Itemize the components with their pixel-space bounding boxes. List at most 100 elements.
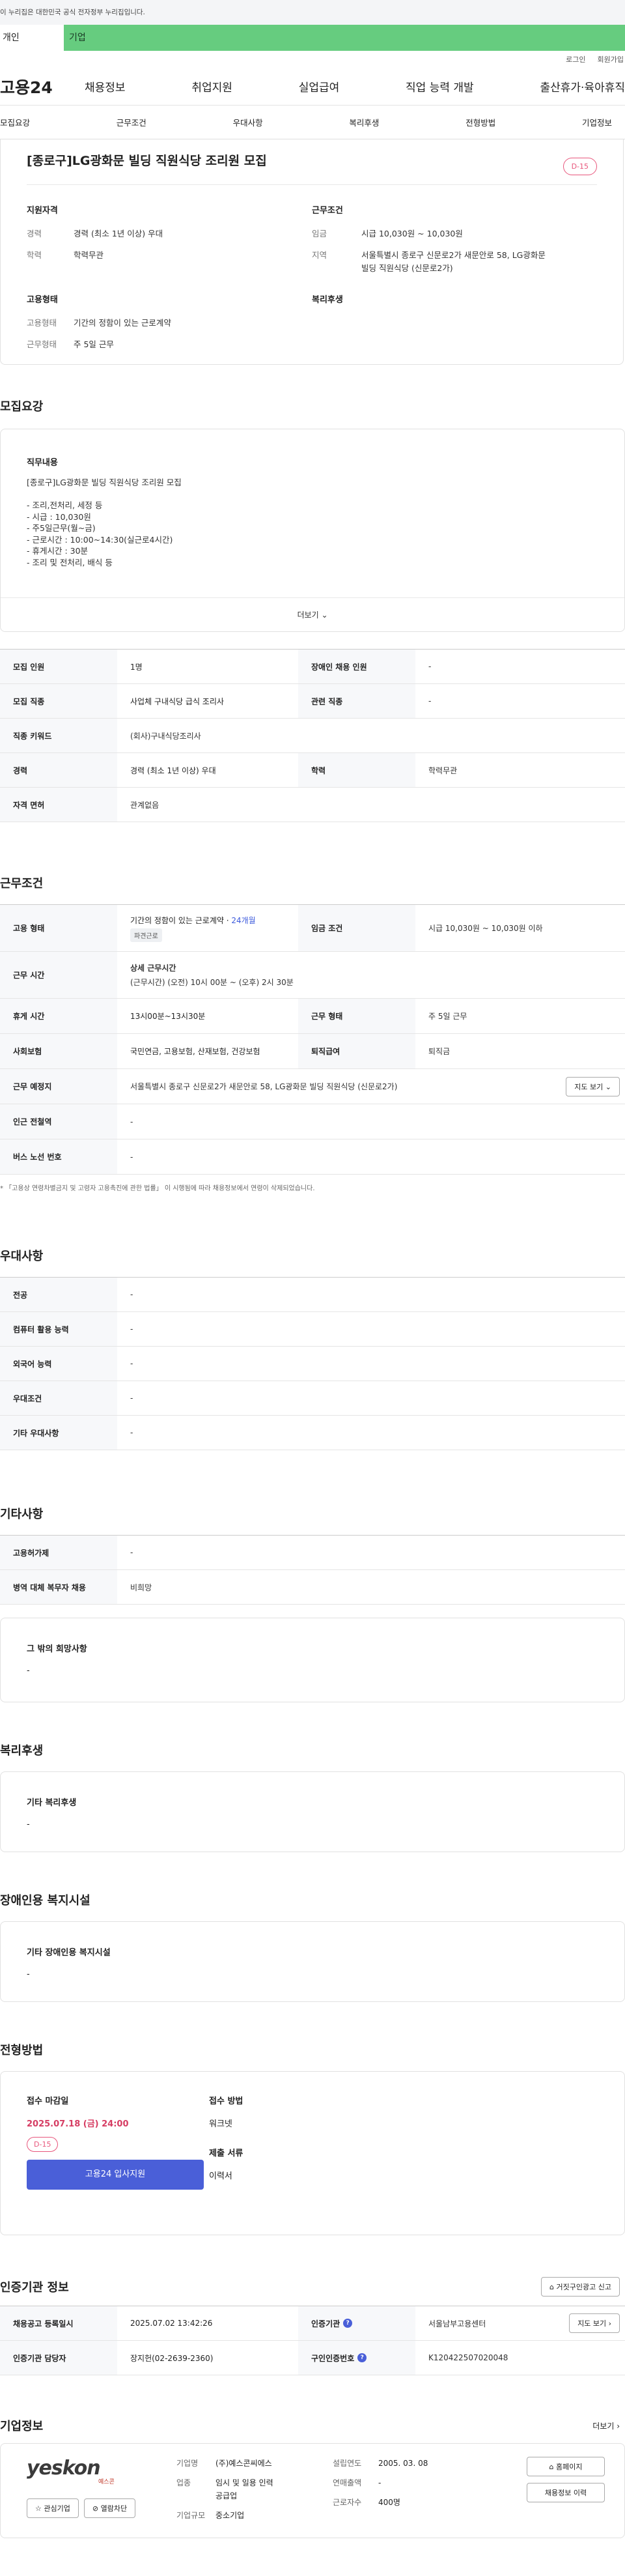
duty-line: - 주5일근무(월~금): [27, 523, 96, 533]
company-more-link[interactable]: 더보기 ›: [592, 2420, 620, 2431]
preferences-table: 전공 - 컴퓨터 활용 능력 - 외국어 능력 - 우대조건 - 기타 우대사항 -: [0, 1277, 625, 1450]
row-label: 인증기관: [311, 2319, 340, 2328]
employment-heading: 고용형태: [27, 295, 58, 305]
gnb-item-employment-support[interactable]: 취업지원: [191, 78, 232, 94]
row-label: 경력: [0, 753, 117, 787]
info-icon[interactable]: ?: [343, 2319, 353, 2328]
founded-label: 설립연도: [333, 2459, 362, 2468]
join-link[interactable]: 회원가입: [598, 54, 624, 64]
interest-button[interactable]: ☆ 관심기업: [27, 2498, 79, 2518]
row-label: 인근 전철역: [0, 1104, 117, 1139]
row-value: 사업체 구내식당 급식 조리사: [130, 696, 224, 706]
info-icon[interactable]: ?: [357, 2353, 367, 2362]
recruit-heading: 모집요강: [0, 400, 44, 414]
duty-heading: 직무내용: [27, 458, 58, 468]
scale-value: 중소기업: [215, 2511, 245, 2520]
row-label: 인증기관 담당자: [0, 2341, 117, 2375]
subnav-recruit[interactable]: 모집요강: [0, 116, 30, 128]
duty-line: - 휴게시간 : 30분: [27, 546, 89, 556]
row-value: -: [130, 1324, 133, 1334]
conditions-table: 고용 형태 기간의 정함이 있는 근로계약 · 24개월 파견근로 임금 조건 시…: [0, 904, 625, 1175]
row-label: 사회보험: [0, 1034, 117, 1068]
job-history-button[interactable]: 채용정보 이력: [527, 2483, 605, 2502]
row-value: 시급 10,030원 ~ 10,030원 이하: [428, 924, 543, 933]
disability-heading: 장애인용 복지시설: [0, 1894, 90, 1908]
apply-button[interactable]: 고용24 입사지원: [27, 2160, 204, 2190]
welfare-box-heading: 기타 복리후생: [27, 1798, 77, 1808]
row-value: 국민연금, 고용보험, 산재보험, 건강보험: [130, 1047, 260, 1056]
disability-box-value: -: [27, 1969, 30, 1979]
row-value: (회사)구내식당조리사: [130, 731, 201, 741]
homepage-button[interactable]: ⌂ 홈페이지: [527, 2457, 605, 2476]
cert-map-button[interactable]: 지도 보기 ›: [569, 2313, 620, 2333]
time-heading: 상세 근무시간: [130, 963, 176, 973]
row-value: 장지헌(02-2639-2360): [130, 2353, 214, 2363]
gnb-item-parental-leave[interactable]: 출산휴가·육아휴직: [540, 78, 625, 94]
table-row: 기타 우대사항 -: [0, 1416, 625, 1450]
subnav-welfare[interactable]: 복리후생: [349, 116, 379, 128]
company-name-value: (주)예스콘씨에스: [215, 2459, 272, 2468]
etc-heading: 기타사항: [0, 1508, 44, 1521]
row-label: 임금 조건: [298, 905, 415, 951]
gov-notice-text: 이 누리집은 대한민국 공식 전자정부 누리집입니다.: [0, 8, 145, 16]
duty-line: - 조리,전처리, 세정 등: [27, 500, 103, 510]
disability-box-heading: 기타 장애인용 복지시설: [27, 1948, 111, 1958]
subnav-company[interactable]: 기업정보: [582, 116, 612, 128]
subnav-selection[interactable]: 전형방법: [465, 116, 495, 128]
row-label: 컴퓨터 활용 능력: [0, 1312, 117, 1346]
block-icon: ⊘: [92, 2504, 99, 2513]
conditions-section-heading: 근무조건: [0, 877, 44, 891]
industry-value-line2: 공급업: [215, 2491, 238, 2500]
docs-heading: 제출 서류: [209, 2149, 243, 2158]
gnb-item-jobs[interactable]: 채용정보: [85, 78, 126, 94]
block-button[interactable]: ⊘ 열람차단: [83, 2498, 136, 2518]
dday-badge: D-15: [562, 158, 597, 175]
report-button[interactable]: ⌂ 거짓구인광고 신고: [541, 2277, 620, 2297]
wage-value: 시급 10,030원 ~ 10,030원: [361, 229, 463, 238]
site-logo[interactable]: 고용24: [0, 75, 85, 98]
row-value: 경력 (최소 1년 이상) 우대: [130, 766, 216, 775]
company-logo: yeskon: [27, 2457, 176, 2480]
homepage-label: 홈페이지: [556, 2463, 583, 2471]
welfare-heading-summary: 복리후생: [312, 295, 343, 305]
more-button[interactable]: 더보기 ⌄: [1, 597, 624, 631]
row-value: -: [130, 1290, 133, 1299]
employees-value: 400명: [378, 2498, 400, 2507]
row-label: 버스 노선 번호: [0, 1139, 117, 1174]
subnav-conditions[interactable]: 근무조건: [117, 116, 146, 128]
gnb-item-unemployment-benefit[interactable]: 실업급여: [299, 78, 340, 94]
table-row: 근무 예정지 서울특별시 종로구 신문로2가 새문안로 58, LG광화문 빌딩 …: [0, 1069, 625, 1104]
row-value: 학력무관: [428, 766, 458, 775]
row-value: 비희망: [130, 1582, 152, 1592]
row-value: 13시00분~13시30분: [130, 1012, 206, 1021]
time-value: (근무시간) (오전) 10시 00분 ~ (오후) 2시 30분: [130, 977, 294, 987]
region-label: 지역: [312, 250, 327, 260]
home-icon: ⌂: [549, 2463, 554, 2471]
tab-biz[interactable]: 기업: [64, 25, 625, 51]
table-row: 외국어 능력 -: [0, 1347, 625, 1381]
duty-line: [27, 489, 598, 500]
table-row: 근무 시간 상세 근무시간 (근무시간) (오전) 10시 00분 ~ (오후) …: [0, 952, 625, 999]
row-value: 서울특별시 종로구 신문로2가 새문안로 58, LG광화문 빌딩 직원식당 (…: [130, 1082, 398, 1091]
cert-table: 채용공고 등록일시 2025.07.02 13:42:26 인증기관? 서울남부고용센…: [0, 2306, 625, 2375]
tab-personal[interactable]: 개인: [0, 25, 64, 51]
company-heading: 기업정보: [0, 2420, 44, 2433]
row-label: 고용 형태: [0, 905, 117, 951]
gnb-item-training[interactable]: 직업 능력 개발: [406, 78, 474, 94]
etc-wish-heading: 그 밖의 희망사항: [27, 1644, 87, 1654]
login-link[interactable]: 로그인: [566, 54, 585, 64]
selection-box: 접수 마감일 2025.07.18 (금) 24:00 D-15 고용24 입사…: [0, 2071, 625, 2235]
recruit-table: 모집 인원 1명 장애인 채용 인원 - 모집 직종 사업체 구내식당 급식 조리사 관련…: [0, 649, 625, 822]
subnav-preferences[interactable]: 우대사항: [233, 116, 263, 128]
row-value: -: [130, 1548, 133, 1557]
map-view-button[interactable]: 지도 보기 ⌄: [566, 1076, 620, 1096]
table-row: 채용공고 등록일시 2025.07.02 13:42:26 인증기관? 서울남부고용센…: [0, 2306, 625, 2341]
star-icon: ☆: [35, 2504, 42, 2513]
row-value: 관계없음: [130, 800, 160, 810]
table-row: 인근 전철역 -: [0, 1104, 625, 1139]
site-tabs: 개인 기업: [0, 25, 625, 51]
row-value: K120422507020048: [428, 2353, 508, 2362]
deadline-dday-badge: D-15: [27, 2137, 59, 2152]
row-label: 퇴직급여: [298, 1034, 415, 1068]
conditions-heading: 근무조건: [312, 206, 343, 216]
